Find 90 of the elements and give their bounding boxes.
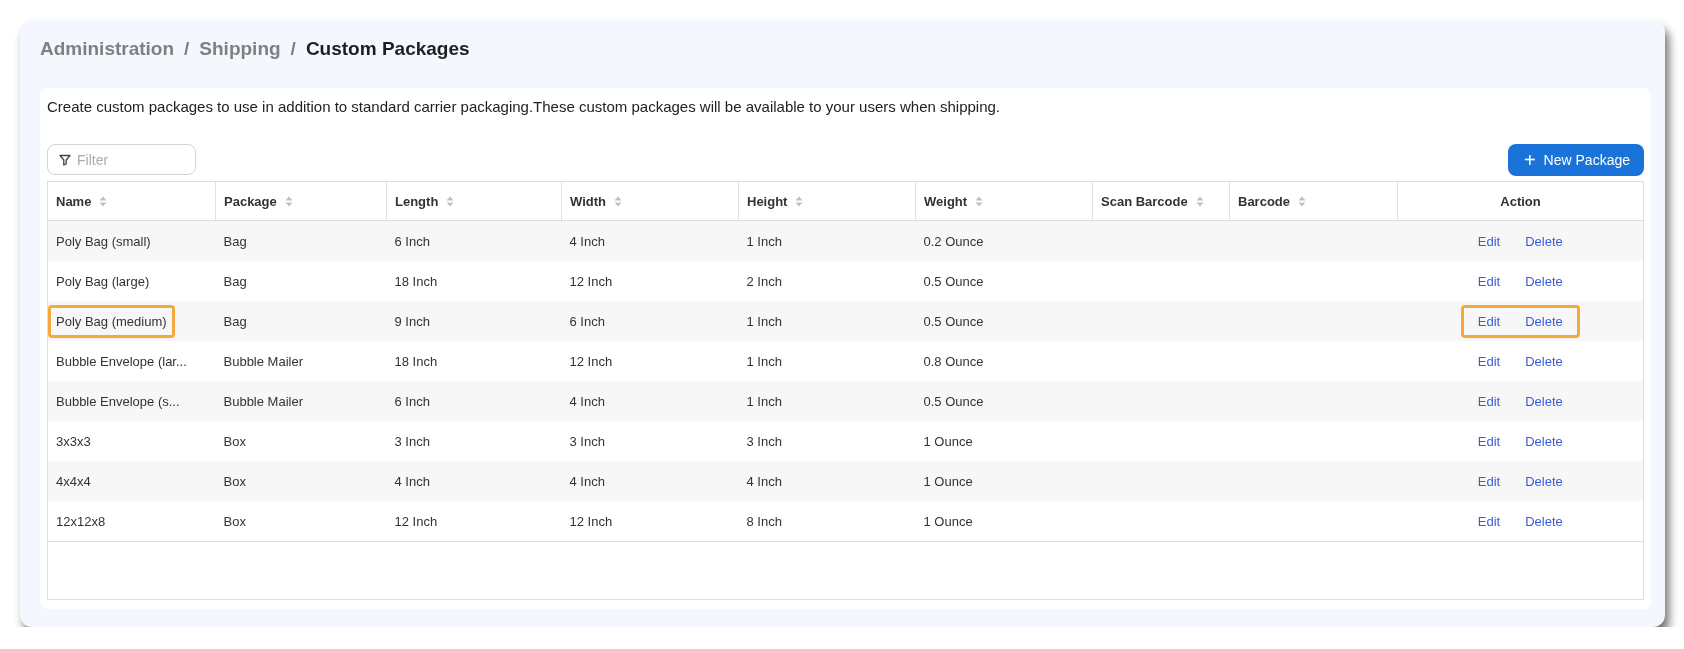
action-link[interactable]: Edit (1477, 513, 1501, 529)
action-link[interactable]: Delete (1525, 513, 1563, 529)
table-cell-text: Box (222, 512, 247, 531)
table-cell-text: 3 Inch (745, 432, 783, 451)
column-header: Package (224, 193, 277, 209)
action-link[interactable]: Edit (1477, 353, 1501, 369)
table-cell-text: 8 Inch (745, 512, 783, 531)
table-cell-text: 0.8 Ounce (922, 352, 985, 371)
column-header: Action (1500, 193, 1541, 209)
plus-icon: + (1523, 149, 1536, 170)
table-cell-text: 0.5 Ounce (922, 312, 985, 331)
column-header: Width (570, 193, 606, 209)
table-cell-text: 4x4x4 (55, 472, 92, 491)
table-cell-text: 4 Inch (393, 472, 431, 491)
table-cell-text: 6 Inch (393, 392, 431, 411)
table-cell-text: 18 Inch (393, 272, 439, 291)
sort-icon[interactable] (795, 195, 804, 207)
column-header: Scan Barcode (1101, 193, 1188, 209)
table-cell-text: 0.2 Ounce (922, 232, 985, 251)
action-link[interactable]: Edit (1477, 393, 1501, 409)
table-cell-text: 3 Inch (568, 432, 606, 451)
table-cell-text: Bubble Envelope (lar... (55, 352, 188, 371)
table-cell-text: Bubble Mailer (222, 352, 304, 371)
action-link[interactable]: Delete (1525, 393, 1563, 409)
description-text: Create custom packages to use in addition to standard carrier packaging.These custom packages will be available to your users when shipping. (47, 98, 1002, 117)
table-cell-text: Bag (222, 232, 248, 251)
table-cell-text: 3 Inch (393, 432, 431, 451)
new-package-button[interactable]: + New Package (1507, 143, 1644, 176)
action-link[interactable]: Delete (1525, 433, 1563, 449)
sort-icon[interactable] (446, 195, 455, 207)
table-cell-text: 12 Inch (393, 512, 439, 531)
action-link[interactable]: Delete (1525, 473, 1563, 489)
table-cell-text: 1 Ounce (922, 472, 974, 491)
table-cell-text: 3x3x3 (55, 432, 92, 451)
column-header: Weight (924, 193, 968, 209)
action-link[interactable]: Edit (1477, 313, 1501, 329)
table-cell-text: 1 Inch (745, 232, 783, 251)
table-cell-text: 4 Inch (745, 472, 783, 491)
table-cell-text: 6 Inch (393, 232, 431, 251)
table-cell-text: Box (222, 432, 247, 451)
table-cell-text: 18 Inch (393, 352, 439, 371)
table-cell-text: Poly Bag (small) (55, 232, 152, 251)
column-header: Name (56, 193, 92, 209)
sort-icon[interactable] (975, 195, 984, 207)
action-link[interactable]: Delete (1525, 273, 1563, 289)
table-cell-text: Bag (222, 272, 248, 291)
table-cell-text: 1 Inch (745, 352, 783, 371)
breadcrumb-link[interactable]: Administration (40, 38, 175, 60)
table-cell-text: 0.5 Ounce (922, 272, 985, 291)
sort-icon[interactable] (284, 195, 293, 207)
table-cell-text: 1 Ounce (922, 432, 974, 451)
action-link[interactable]: Delete (1525, 353, 1563, 369)
table-cell-text: 2 Inch (745, 272, 783, 291)
table-cell-text: 6 Inch (568, 312, 606, 331)
table-cell-text: 12 Inch (568, 272, 614, 291)
table-cell-text: 0.5 Ounce (922, 392, 985, 411)
table-cell-text: 1 Ounce (922, 512, 974, 531)
table-cell-text: 4 Inch (568, 472, 606, 491)
action-link[interactable]: Edit (1477, 273, 1501, 289)
table-cell-text: 4 Inch (568, 392, 606, 411)
table-cell-text: 12x12x8 (55, 512, 107, 531)
table-cell-text: Bag (222, 312, 248, 331)
action-link[interactable]: Edit (1477, 233, 1501, 249)
table-cell-text: 9 Inch (393, 312, 431, 331)
table-cell-text: 4 Inch (568, 232, 606, 251)
table-cell-text: 12 Inch (568, 512, 614, 531)
column-header: Length (395, 193, 439, 209)
table-cell-text: Poly Bag (large) (55, 272, 151, 291)
table-cell-text: Box (222, 472, 247, 491)
sort-icon[interactable] (1195, 195, 1204, 207)
table-cell-text: 1 Inch (745, 392, 783, 411)
action-link[interactable]: Delete (1525, 313, 1563, 329)
filter-field[interactable]: Filter (47, 144, 196, 175)
table-cell-text: 1 Inch (745, 312, 783, 331)
action-link[interactable]: Delete (1525, 233, 1563, 249)
column-header: Barcode (1238, 193, 1291, 209)
column-header: Height (747, 193, 788, 209)
breadcrumb-separator: / (290, 38, 296, 60)
table-cell-text: Bubble Envelope (s... (55, 392, 181, 411)
breadcrumb-separator: / (184, 38, 190, 60)
action-link[interactable]: Edit (1477, 473, 1501, 489)
breadcrumb-link[interactable]: Shipping (199, 38, 281, 60)
action-link[interactable]: Edit (1477, 433, 1501, 449)
page-title: Custom Packages (305, 38, 470, 60)
sort-icon[interactable] (614, 195, 622, 207)
table-cell-text: 12 Inch (568, 352, 614, 371)
sort-icon[interactable] (1298, 195, 1307, 207)
table-cell: Poly Bag (medium) (48, 304, 175, 338)
sort-icon[interactable] (99, 195, 108, 207)
table-cell-text: Bubble Mailer (222, 392, 304, 411)
